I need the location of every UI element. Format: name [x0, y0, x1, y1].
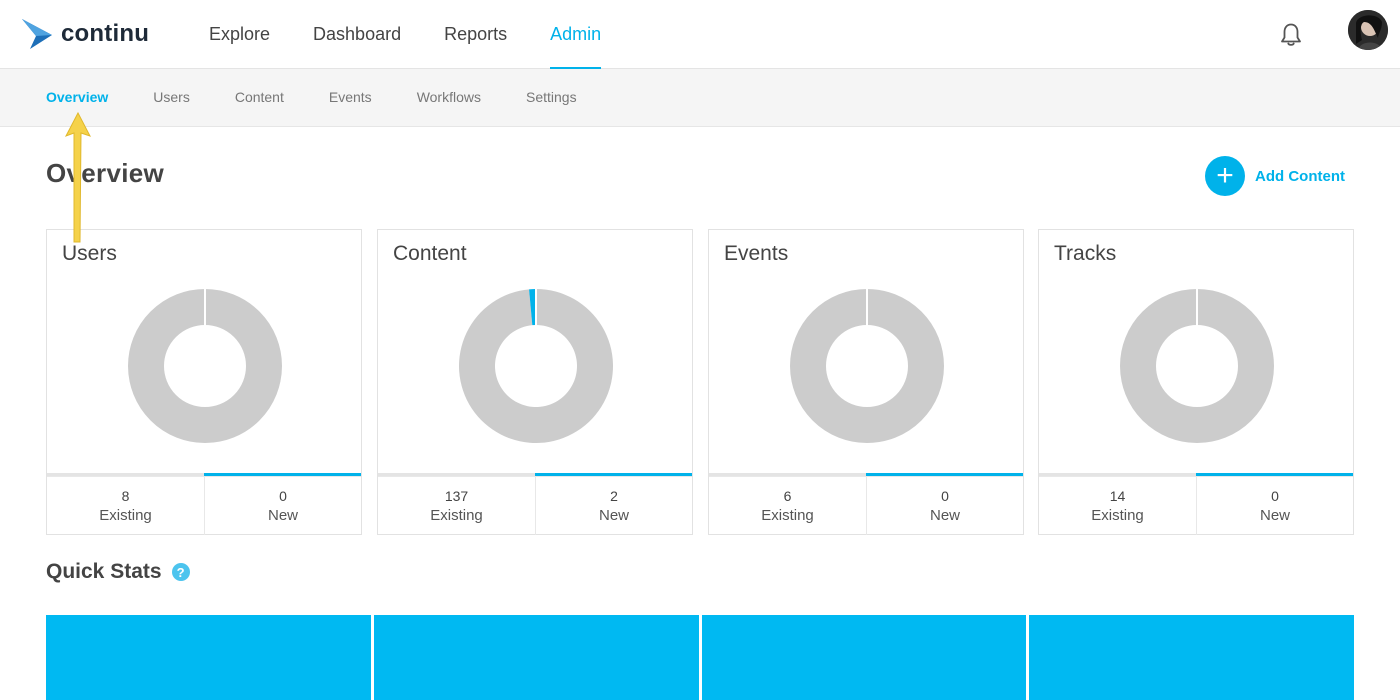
card-stats: 6 Existing 0 New — [709, 476, 1023, 535]
events-card: Events 6 Existing 0 New — [708, 229, 1024, 535]
add-content-button[interactable]: + Add Content — [1205, 156, 1345, 196]
nav-reports[interactable]: Reports — [444, 0, 507, 69]
existing-label: Existing — [1091, 507, 1144, 524]
help-icon[interactable]: ? — [171, 563, 190, 581]
logo-wordmark: continu — [61, 20, 150, 47]
card-title: Tracks — [1054, 242, 1117, 265]
logo-arrow-icon — [22, 19, 52, 49]
new-count: 0 — [1271, 488, 1279, 504]
card-stats: 8 Existing 0 New — [47, 476, 361, 535]
admin-subnav: Overview Users Content Events Workflows … — [46, 69, 622, 127]
top-navigation-bar: continu Explore Dashboard Reports Admin — [0, 0, 1400, 70]
card-stats: 137 Existing 2 New — [378, 476, 692, 535]
subnav-overview[interactable]: Overview — [46, 69, 108, 127]
admin-subnav-bar: Overview Users Content Events Workflows … — [0, 69, 1400, 127]
quick-stat-tile[interactable] — [702, 615, 1026, 700]
nav-explore[interactable]: Explore — [209, 0, 270, 69]
quick-stat-tile[interactable] — [46, 615, 371, 700]
new-label: New — [598, 507, 629, 524]
nav-dashboard[interactable]: Dashboard — [313, 0, 401, 69]
bell-icon[interactable] — [1279, 22, 1303, 48]
page-title: Overview — [46, 158, 165, 188]
existing-stat[interactable]: 6 Existing — [709, 477, 866, 535]
new-count: 0 — [941, 488, 949, 504]
existing-label: Existing — [99, 507, 152, 524]
card-title: Users — [62, 242, 117, 265]
users-donut-chart — [128, 288, 282, 443]
subnav-events[interactable]: Events — [329, 69, 372, 127]
new-stat[interactable]: 0 New — [204, 477, 361, 535]
new-count: 0 — [279, 488, 287, 504]
existing-stat[interactable]: 137 Existing — [378, 477, 535, 535]
content-card: Content 137 Existing 2 New — [377, 229, 693, 535]
quick-stat-tile[interactable] — [1029, 615, 1354, 700]
content-donut-chart — [459, 288, 613, 443]
new-stat[interactable]: 0 New — [866, 477, 1023, 535]
existing-label: Existing — [430, 507, 483, 524]
existing-count: 14 — [1109, 488, 1126, 504]
continu-logo[interactable]: continu — [21, 17, 149, 51]
subnav-content[interactable]: Content — [235, 69, 284, 127]
existing-count: 8 — [121, 488, 130, 504]
new-label: New — [267, 507, 298, 524]
card-stats: 14 Existing 0 New — [1039, 476, 1353, 535]
new-label: New — [1259, 507, 1290, 524]
add-content-label: Add Content — [1255, 167, 1345, 185]
subnav-settings[interactable]: Settings — [526, 69, 577, 127]
existing-count: 6 — [783, 488, 792, 504]
nav-admin[interactable]: Admin — [550, 0, 602, 70]
existing-label: Existing — [761, 507, 814, 524]
tracks-donut-chart — [1120, 288, 1274, 443]
new-stat[interactable]: 0 New — [1196, 477, 1353, 535]
subnav-users[interactable]: Users — [153, 69, 190, 127]
card-title: Content — [393, 242, 467, 265]
existing-stat[interactable]: 14 Existing — [1039, 477, 1196, 535]
main-nav: Explore Dashboard Reports Admin — [209, 0, 644, 70]
quick-stats-title: Quick Stats ? — [46, 560, 190, 584]
quick-stats-label: Quick Stats — [46, 560, 162, 583]
users-card: Users 8 Existing 0 New — [46, 229, 362, 535]
avatar-image — [1348, 10, 1388, 50]
new-count: 2 — [610, 488, 618, 504]
card-title: Events — [724, 242, 789, 265]
existing-stat[interactable]: 8 Existing — [47, 477, 204, 535]
existing-count: 137 — [444, 488, 469, 504]
events-donut-chart — [790, 288, 944, 443]
user-avatar[interactable] — [1348, 10, 1388, 50]
quick-stat-tile[interactable] — [374, 615, 699, 700]
tracks-card: Tracks 14 Existing 0 New — [1038, 229, 1354, 535]
subnav-workflows[interactable]: Workflows — [417, 69, 481, 127]
plus-icon: + — [1205, 156, 1245, 196]
new-stat[interactable]: 2 New — [535, 477, 692, 535]
new-label: New — [929, 507, 960, 524]
